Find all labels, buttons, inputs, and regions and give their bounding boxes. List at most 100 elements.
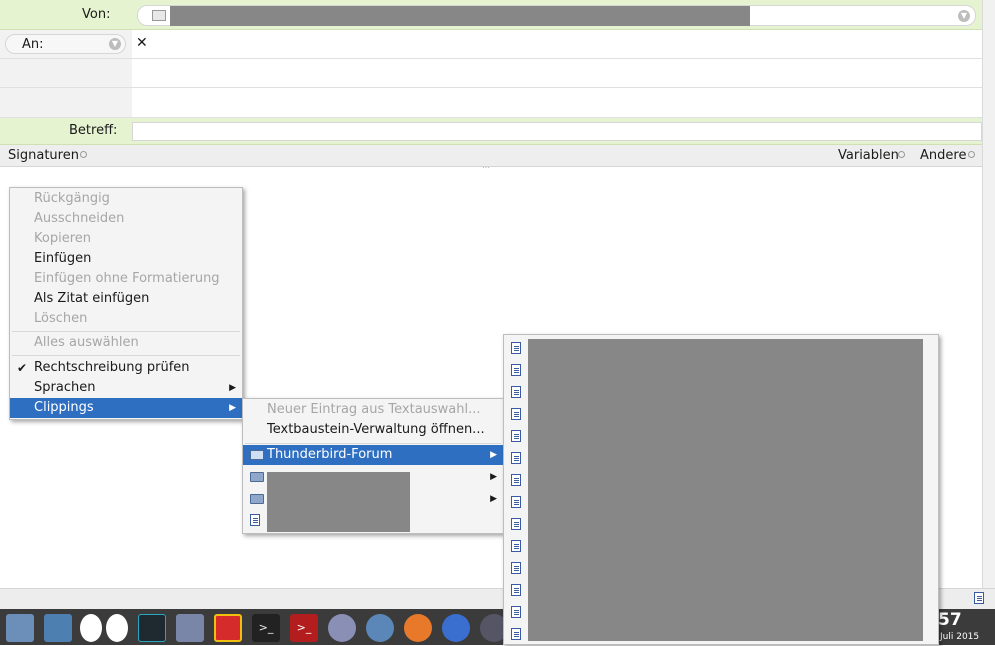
clipping-doc-icon[interactable]: [511, 474, 521, 486]
clipping-doc-icon[interactable]: [511, 540, 521, 552]
menu-separator: [12, 331, 240, 332]
from-row: Von: ▼: [0, 0, 982, 30]
menu-item-label: Sprachen: [34, 380, 96, 395]
to-label: An:: [22, 37, 44, 52]
menu-item-label: Ausschneiden: [34, 211, 125, 226]
clock-date: Juli 2015: [940, 632, 980, 642]
menu-item-label: Thunderbird-Forum: [267, 447, 393, 462]
from-identity-select[interactable]: ▼: [137, 5, 976, 26]
folder-icon: [250, 472, 264, 482]
clipping-doc-icon[interactable]: [511, 518, 521, 530]
clipping-doc-icon[interactable]: [511, 584, 521, 596]
compose-toolbar: Signaturen Variablen Andere ⋯: [0, 145, 982, 172]
to-address-field[interactable]: ✕: [132, 30, 982, 58]
subject-input[interactable]: [132, 122, 982, 141]
browser-icon[interactable]: [442, 614, 470, 642]
clipping-doc-icon[interactable]: [511, 408, 521, 420]
menu-separator: [245, 443, 501, 444]
chevron-down-icon: ▼: [109, 38, 121, 50]
submenu-arrow-icon: ▶: [229, 383, 236, 393]
clipping-icon-column: [504, 335, 526, 646]
clipping-doc-icon[interactable]: [511, 364, 521, 376]
address-row-empty-2: [0, 88, 982, 118]
menu-item-open-manager[interactable]: Textbaustein-Verwaltung öffnen...: [243, 420, 503, 440]
remove-recipient-icon[interactable]: ✕: [136, 35, 148, 51]
menu-item-copy[interactable]: Kopieren: [10, 229, 242, 249]
submenu-arrow-icon: ▶: [490, 450, 497, 460]
address-row-empty-1: [0, 59, 982, 88]
clock[interactable]: 57 Juli 2015: [938, 610, 995, 645]
menu-item-label: Einfügen: [34, 251, 92, 266]
menu-item-label: Rückgängig: [34, 191, 110, 206]
clippings-submenu: Neuer Eintrag aus Textauswahl... Textbau…: [242, 398, 504, 534]
menu-item-label: Alles auswählen: [34, 335, 139, 350]
menu-item-folder-thunderbird-forum[interactable]: Thunderbird-Forum ▶: [243, 445, 503, 465]
others-menu[interactable]: Andere: [920, 148, 966, 163]
from-label: Von:: [82, 7, 111, 22]
clipping-doc-icon[interactable]: [511, 606, 521, 618]
menu-item-label: Textbaustein-Verwaltung öffnen...: [267, 422, 485, 437]
clipping-doc-icon[interactable]: [511, 628, 521, 640]
menu-item-label: Einfügen ohne Formatierung: [34, 271, 220, 286]
menu-item-label: Löschen: [34, 311, 88, 326]
firefox-icon[interactable]: [404, 614, 432, 642]
clipping-doc-icon[interactable]: [511, 562, 521, 574]
submenu-arrow-icon: ▶: [490, 494, 497, 504]
menu-item-undo[interactable]: Rückgängig: [10, 189, 242, 209]
menu-item-label: Clippings: [34, 400, 94, 415]
menu-item-label: Neuer Eintrag aus Textauswahl...: [267, 402, 481, 417]
terminal-icon[interactable]: >_: [252, 614, 280, 642]
window-list-icon[interactable]: [176, 614, 204, 642]
address-field[interactable]: [132, 88, 982, 117]
menu-item-paste-plain[interactable]: Einfügen ohne Formatierung: [10, 269, 242, 289]
signatures-menu[interactable]: Signaturen: [8, 148, 79, 163]
menu-item-cut[interactable]: Ausschneiden: [10, 209, 242, 229]
pidgin-icon[interactable]: [328, 614, 356, 642]
menu-item-label: Als Zitat einfügen: [34, 291, 150, 306]
chevron-down-icon: [80, 151, 87, 158]
screenshot-icon[interactable]: [214, 614, 242, 642]
root-terminal-icon[interactable]: >_: [290, 614, 318, 642]
subject-row: Betreff:: [0, 118, 982, 145]
chevron-down-icon: [898, 151, 905, 158]
folder-open-icon: [250, 450, 264, 460]
clipping-doc-icon[interactable]: [511, 430, 521, 442]
menu-item-paste[interactable]: Einfügen: [10, 249, 242, 269]
contact-card-icon: [152, 10, 166, 21]
menu-item-clippings[interactable]: Clippings ▶: [10, 398, 242, 418]
to-row: An: ▼ ✕: [0, 30, 982, 59]
submenu-arrow-icon: ▶: [229, 403, 236, 413]
eyes-icon[interactable]: [80, 614, 102, 642]
redacted-entries: [267, 472, 410, 532]
thunderbird-icon[interactable]: [366, 614, 394, 642]
menu-item-paste-quote[interactable]: Als Zitat einfügen: [10, 289, 242, 309]
clipping-doc-icon[interactable]: [511, 496, 521, 508]
clipping-doc-icon[interactable]: [511, 452, 521, 464]
folder-icon: [250, 494, 264, 504]
menu-item-spellcheck[interactable]: ✔ Rechtschreibung prüfen: [10, 358, 242, 378]
chevron-down-icon: [968, 151, 975, 158]
address-field[interactable]: [132, 59, 982, 87]
recipient-type-select[interactable]: An: ▼: [5, 34, 126, 54]
clock-time: 57: [938, 610, 962, 630]
menu-item-languages[interactable]: Sprachen ▶: [10, 378, 242, 398]
redacted-clipping-names: [528, 339, 923, 641]
menu-item-select-all[interactable]: Alles auswählen: [10, 333, 242, 353]
settings-icon[interactable]: [44, 614, 72, 642]
menu-item-new-from-selection[interactable]: Neuer Eintrag aus Textauswahl...: [243, 400, 503, 420]
menu-separator: [12, 355, 240, 356]
subject-label: Betreff:: [69, 123, 118, 138]
desktop-icon[interactable]: [6, 614, 34, 642]
forum-submenu: [503, 334, 939, 645]
variables-menu[interactable]: Variablen: [838, 148, 899, 163]
monitor-icon[interactable]: [138, 614, 166, 642]
eyes-icon[interactable]: [106, 614, 128, 642]
clipping-doc-icon[interactable]: [511, 386, 521, 398]
menu-item-delete[interactable]: Löschen: [10, 309, 242, 329]
from-address-redacted: [170, 6, 750, 26]
menu-item-label: Kopieren: [34, 231, 91, 246]
clipping-doc-icon[interactable]: [511, 342, 521, 354]
clipping-doc-icon[interactable]: [974, 592, 984, 604]
submenu-arrow-icon: ▶: [490, 472, 497, 482]
chevron-down-icon[interactable]: ▼: [958, 10, 970, 22]
